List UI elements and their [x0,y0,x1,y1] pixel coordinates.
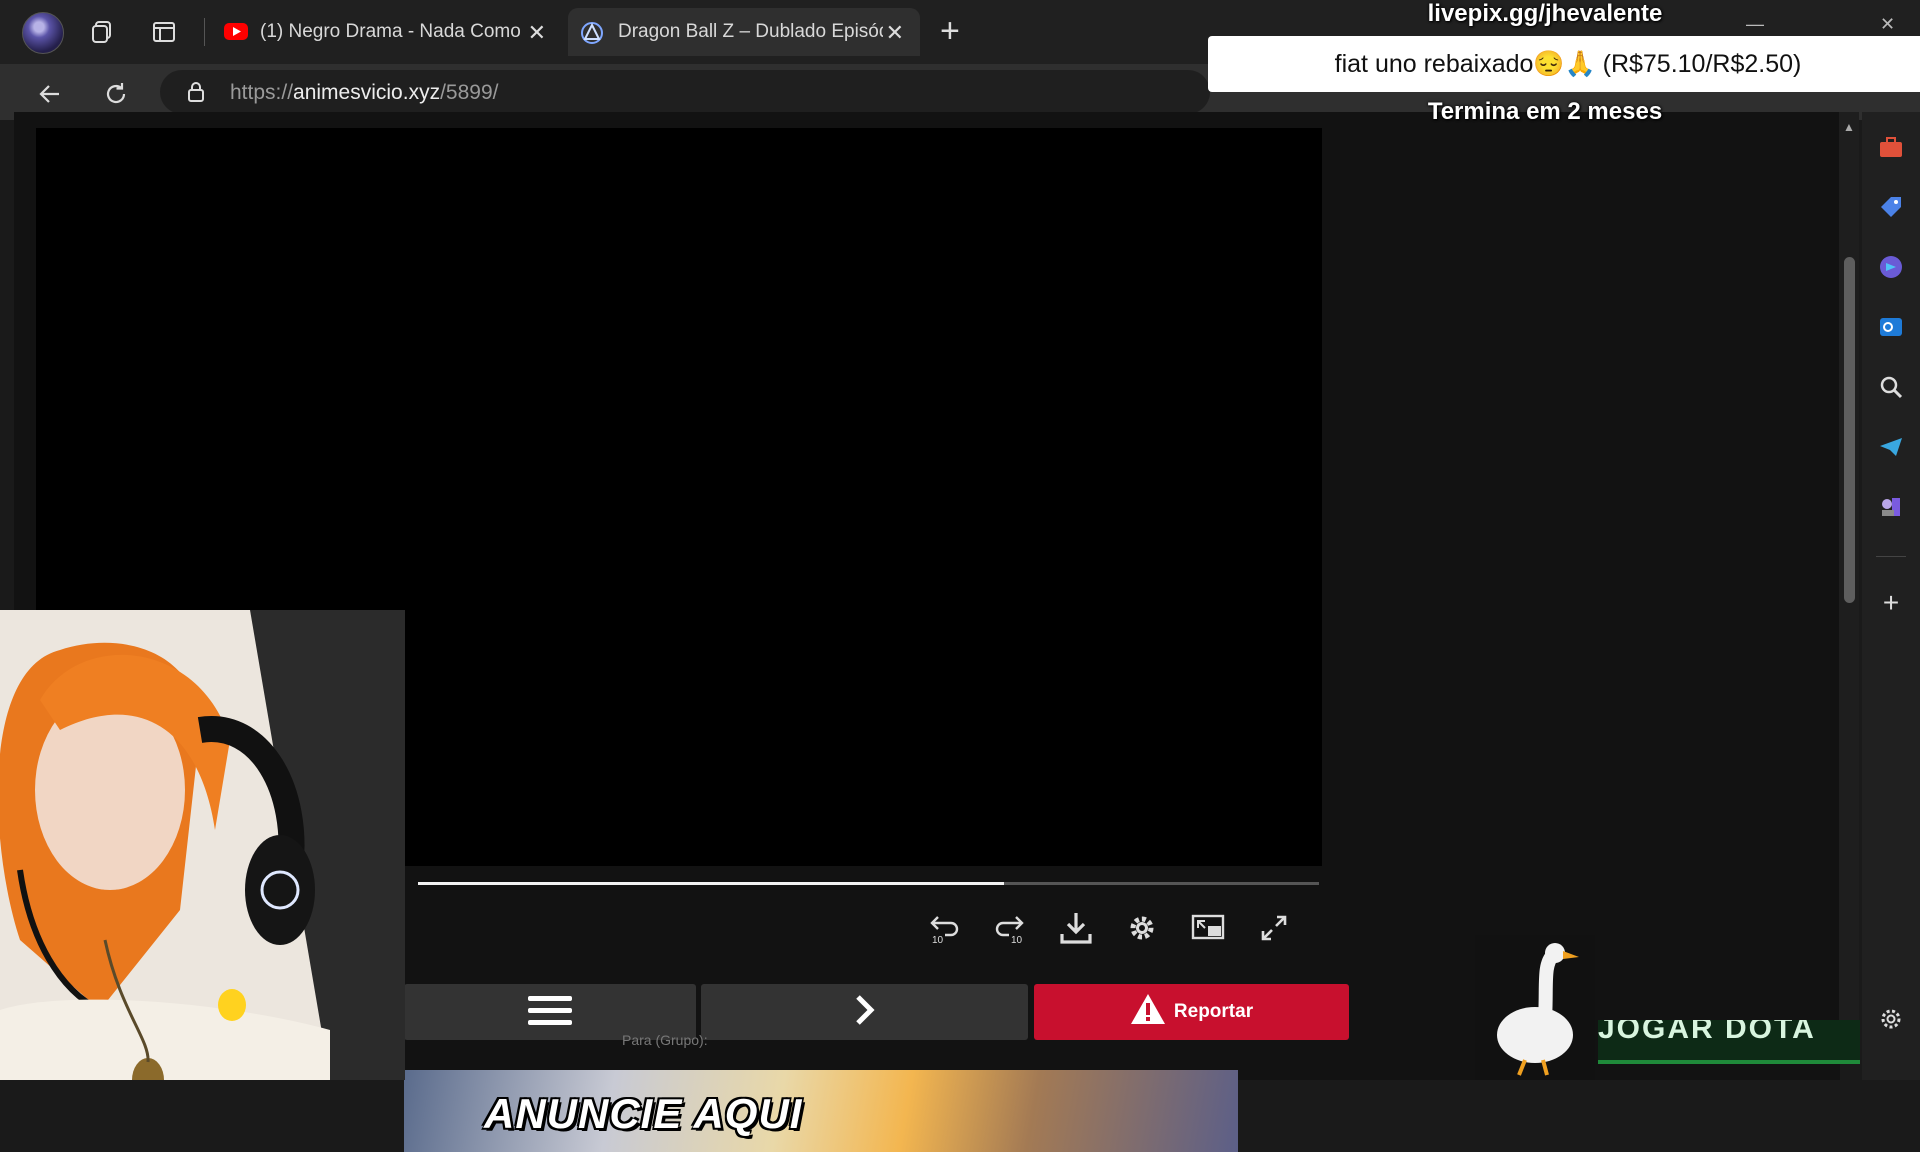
scroll-up-icon[interactable]: ▲ [1843,120,1855,134]
ad-text: ANUNCIE AQUI [484,1090,803,1137]
youtube-icon [224,23,248,40]
donation-ends-text: Termina em 2 meses [1427,98,1663,125]
shopping-tag-icon[interactable] [1876,192,1906,222]
games-icon[interactable] [1876,492,1906,522]
goose-icon [1497,943,1579,1076]
rewind-10-icon[interactable]: 10 [924,908,964,948]
tab-negro-drama[interactable]: (1) Negro Drama - Nada Como U ✕ [216,8,562,56]
tab-divider [204,18,205,46]
streamer-webcam-image [0,610,405,1080]
warning-icon [1130,993,1166,1031]
page-scrollbar[interactable]: ▲ ▼ [1839,112,1859,1036]
behind-overlay-text: Para (Grupo): [622,1032,708,1048]
report-button[interactable]: Reportar [1034,984,1349,1040]
goose-overlay [1475,935,1595,1080]
game-banner: JOGAR DOTA [1598,1020,1860,1064]
url-field[interactable]: https://animesvicio.xyz/5899/ [160,70,1210,114]
url-scheme: https:// [230,81,294,104]
url-text: https://animesvicio.xyz/5899/ [230,81,498,105]
svg-text:10: 10 [1011,935,1023,945]
telegram-icon[interactable] [1876,432,1906,462]
tab-title: (1) Negro Drama - Nada Como U [260,21,525,42]
game-banner-text: JOGAR DOTA [1598,1020,1816,1045]
download-icon[interactable] [1056,908,1096,948]
new-tab-icon[interactable]: + [940,14,960,48]
site-favicon-icon [580,21,604,51]
add-icon[interactable]: + [1876,587,1906,618]
donation-text: fiat uno rebaixado😔🙏 (R$75.10/R$2.50) [1334,49,1802,78]
livepix-url: livepix.gg/jhevalente [1427,0,1663,27]
outlook-icon[interactable] [1876,312,1906,342]
tab-actions-icon[interactable] [148,16,180,48]
chevron-right-icon [854,994,876,1031]
video-progress-fill [418,882,1004,885]
scrollbar-thumb[interactable] [1844,257,1855,603]
browser-sidebar: + [1862,112,1920,1080]
video-progress-bar[interactable] [418,882,1319,885]
workspaces-icon[interactable] [86,16,118,48]
url-host: animesvicio.xyz [293,81,441,104]
advertisement-banner[interactable]: ANUNCIE AQUI [404,1070,1238,1152]
webcam-overlay [0,610,405,1080]
search-icon[interactable] [1876,372,1906,402]
close-window-icon[interactable]: ✕ [1880,14,1895,35]
back-icon[interactable] [32,76,68,112]
next-episode-button[interactable] [701,984,1028,1040]
tab-title: Dragon Ball Z – Dublado Episódi [618,21,883,42]
settings-gear-icon[interactable] [1122,908,1162,948]
minimize-icon[interactable]: — [1746,14,1764,35]
menu-icon [528,994,572,1031]
forward-10-icon[interactable]: 10 [990,908,1030,948]
close-tab-icon[interactable]: ✕ [528,20,546,46]
report-label: Reportar [1173,1001,1254,1022]
donation-card: fiat uno rebaixado😔🙏 (R$75.10/R$2.50) [1208,36,1920,92]
sidebar-divider [1876,556,1906,557]
refresh-icon[interactable] [98,76,134,112]
picture-in-picture-icon[interactable] [1188,908,1228,948]
fullscreen-icon[interactable] [1254,908,1294,948]
svg-text:10: 10 [932,935,944,945]
tab-dragon-ball[interactable]: Dragon Ball Z – Dublado Episódi ✕ [568,8,920,56]
copilot-icon[interactable] [1876,252,1906,282]
lock-icon[interactable] [186,80,206,109]
url-path: /5899/ [440,81,499,104]
toolbox-icon[interactable] [1876,132,1906,162]
close-tab-icon[interactable]: ✕ [886,20,904,46]
profile-avatar[interactable] [22,12,64,54]
sidebar-settings-icon[interactable] [1876,1004,1906,1034]
